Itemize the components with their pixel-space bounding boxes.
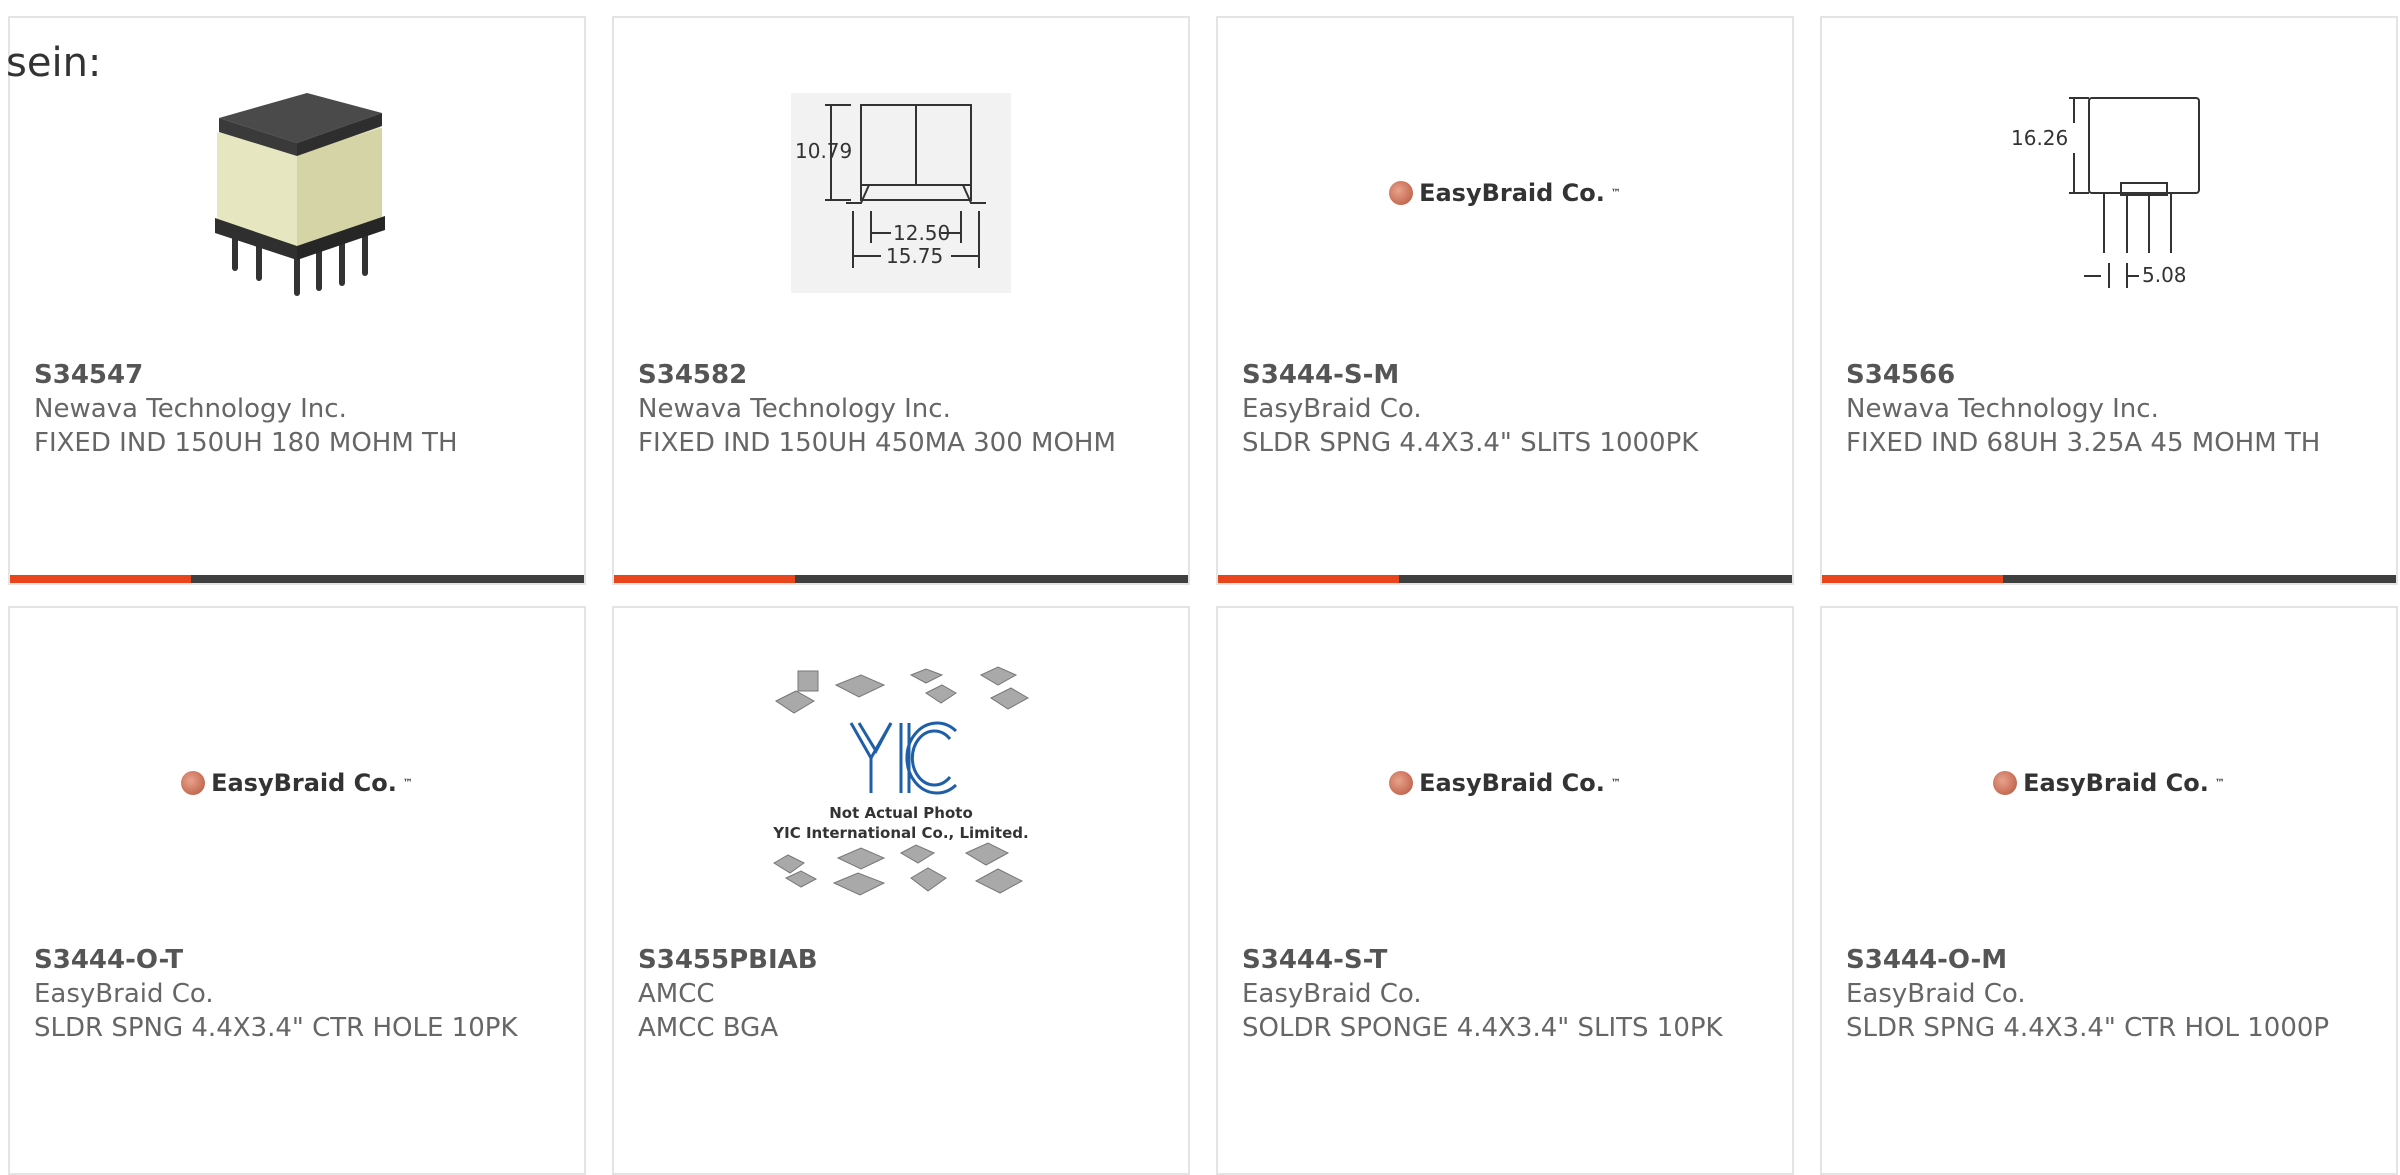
dimension-drawing-icon: 10.79 12.50 15.75 — [791, 93, 1011, 293]
card-footer-bar — [614, 575, 1188, 583]
product-image[interactable]: EasyBraid Co. ™ — [10, 658, 584, 908]
easybraid-logo-icon — [1389, 181, 1414, 205]
yic-caption-line-2: YIC International Co., Limited. — [772, 824, 1028, 842]
product-description: SLDR SPNG 4.4X3.4" CTR HOLE 10PK — [34, 1013, 518, 1043]
part-number-link[interactable]: S3455PBIAB — [638, 943, 1164, 977]
product-description: SOLDR SPONGE 4.4X3.4" SLITS 10PK — [1242, 1013, 1723, 1043]
logo-text: EasyBraid Co. — [211, 769, 397, 797]
product-image[interactable]: 10.79 12.50 15.75 — [614, 68, 1188, 318]
easybraid-logo-icon — [1993, 771, 2018, 795]
product-grid: S34547 Newava Technology Inc. FIXED IND … — [8, 16, 2398, 1175]
product-info: S3444-O-T EasyBraid Co. SLDR SPNG 4.4X3.… — [34, 943, 560, 1045]
product-image[interactable]: EasyBraid Co. ™ — [1218, 658, 1792, 908]
product-info: S3444-S-T EasyBraid Co. SOLDR SPONGE 4.4… — [1242, 943, 1768, 1045]
product-card[interactable]: EasyBraid Co. ™ S3444-S-T EasyBraid Co. S… — [1216, 606, 1794, 1175]
product-info: S34547 Newava Technology Inc. FIXED IND … — [34, 358, 560, 460]
inductor-photo-icon — [215, 93, 385, 296]
product-card[interactable]: EasyBraid Co. ™ S3444-O-T EasyBraid Co. S… — [8, 606, 586, 1175]
product-card[interactable]: EasyBraid Co. ™ S3444-S-M EasyBraid Co. S… — [1216, 16, 1794, 585]
easybraid-logo: EasyBraid Co. ™ — [1389, 769, 1621, 797]
product-info: S3444-S-M EasyBraid Co. SLDR SPNG 4.4X3.… — [1242, 358, 1768, 460]
product-image[interactable]: 16.26 5.08 — [1822, 68, 2396, 318]
product-card[interactable]: EasyBraid Co. ™ S3444-O-M EasyBraid Co. S… — [1820, 606, 2398, 1175]
product-description: SLDR SPNG 4.4X3.4" SLITS 1000PK — [1242, 428, 1699, 458]
product-info: S34566 Newava Technology Inc. FIXED IND … — [1846, 358, 2372, 460]
product-info: S3444-O-M EasyBraid Co. SLDR SPNG 4.4X3.… — [1846, 943, 2372, 1045]
part-number-link[interactable]: S3444-S-M — [1242, 358, 1768, 392]
easybraid-logo-icon — [1389, 771, 1414, 795]
yic-placeholder-icon: Not Actual Photo YIC International Co., … — [772, 666, 1030, 896]
dim-height-label: 16.26 — [2011, 126, 2068, 150]
prefix-text: sein: — [6, 40, 102, 86]
product-description: FIXED IND 150UH 180 MOHM TH — [34, 428, 458, 458]
yic-caption-line-1: Not Actual Photo — [829, 804, 973, 822]
manufacturer-name: Newava Technology Inc. — [34, 394, 347, 424]
manufacturer-name: EasyBraid Co. — [1242, 979, 1422, 1009]
logo-text: EasyBraid Co. — [1419, 769, 1605, 797]
product-info: S34582 Newava Technology Inc. FIXED IND … — [638, 358, 1164, 460]
easybraid-logo: EasyBraid Co. ™ — [1389, 179, 1621, 207]
logo-text: EasyBraid Co. — [2023, 769, 2209, 797]
easybraid-logo: EasyBraid Co. ™ — [1993, 769, 2225, 797]
part-number-link[interactable]: S3444-O-T — [34, 943, 560, 977]
dim-pitch-label: 5.08 — [2142, 263, 2187, 287]
card-footer-bar — [1822, 575, 2396, 583]
dim-width-label: 12.50 — [893, 221, 950, 245]
product-card[interactable]: Not Actual Photo YIC International Co., … — [612, 606, 1190, 1175]
manufacturer-name: Newava Technology Inc. — [1846, 394, 2159, 424]
card-footer-bar — [1218, 575, 1792, 583]
manufacturer-name: AMCC — [638, 979, 715, 1009]
product-image[interactable]: EasyBraid Co. ™ — [1822, 658, 2396, 908]
part-number-link[interactable]: S34582 — [638, 358, 1164, 392]
product-description: AMCC BGA — [638, 1013, 779, 1043]
part-number-link[interactable]: S3444-O-M — [1846, 943, 2372, 977]
manufacturer-name: Newava Technology Inc. — [638, 394, 951, 424]
product-card[interactable]: 10.79 12.50 15.75 S34582 Newava Technolo… — [612, 16, 1190, 585]
part-number-link[interactable]: S34566 — [1846, 358, 2372, 392]
product-description: FIXED IND 68UH 3.25A 45 MOHM TH — [1846, 428, 2321, 458]
product-image[interactable]: EasyBraid Co. ™ — [1218, 68, 1792, 318]
manufacturer-name: EasyBraid Co. — [1846, 979, 2026, 1009]
easybraid-logo-icon — [181, 771, 206, 795]
easybraid-logo: EasyBraid Co. ™ — [181, 769, 413, 797]
card-footer-bar — [10, 575, 584, 583]
product-description: SLDR SPNG 4.4X3.4" CTR HOL 1000P — [1846, 1013, 2330, 1043]
manufacturer-name: EasyBraid Co. — [1242, 394, 1422, 424]
manufacturer-name: EasyBraid Co. — [34, 979, 214, 1009]
product-image[interactable] — [10, 68, 584, 318]
part-number-link[interactable]: S3444-S-T — [1242, 943, 1768, 977]
product-image[interactable]: Not Actual Photo YIC International Co., … — [614, 658, 1188, 908]
product-card[interactable]: 16.26 5.08 S34566 Newava Technology Inc.… — [1820, 16, 2398, 585]
dim-height-label: 10.79 — [795, 139, 852, 163]
product-card[interactable]: S34547 Newava Technology Inc. FIXED IND … — [8, 16, 586, 585]
product-description: FIXED IND 150UH 450MA 300 MOHM — [638, 428, 1116, 458]
dimension-drawing-icon: 16.26 5.08 — [2011, 97, 2200, 288]
dim-length-label: 15.75 — [886, 244, 943, 268]
part-number-link[interactable]: S34547 — [34, 358, 560, 392]
product-info: S3455PBIAB AMCC AMCC BGA — [638, 943, 1164, 1045]
logo-text: EasyBraid Co. — [1419, 179, 1605, 207]
